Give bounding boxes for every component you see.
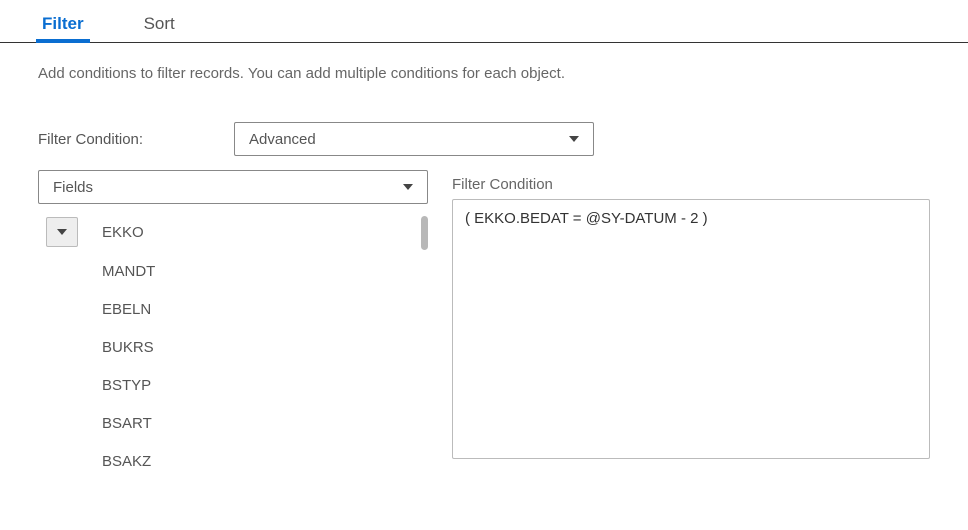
tab-sort[interactable]: Sort: [138, 10, 181, 42]
filter-condition-select[interactable]: Advanced: [234, 122, 594, 156]
tab-sort-label: Sort: [144, 14, 175, 33]
caret-down-icon: [57, 229, 67, 235]
tree-root-row[interactable]: EKKO: [38, 212, 428, 252]
filter-panel: Add conditions to filter records. You ca…: [0, 43, 968, 482]
tree-item-label: EBELN: [102, 301, 151, 318]
scrollbar-thumb[interactable]: [421, 216, 428, 250]
tree-item-label: MANDT: [102, 263, 155, 280]
tree-item-label: BUKRS: [102, 339, 154, 356]
tree-item-label: BSTYP: [102, 377, 151, 394]
tree-item[interactable]: BUKRS: [38, 328, 428, 366]
filter-condition-row: Filter Condition: Advanced: [38, 122, 930, 156]
tree-root-label: EKKO: [102, 224, 144, 241]
tree-item[interactable]: EBELN: [38, 290, 428, 328]
caret-down-icon: [569, 136, 579, 142]
filter-condition-label: Filter Condition:: [38, 131, 234, 148]
tree-item[interactable]: MANDT: [38, 252, 428, 290]
expression-label: Filter Condition: [452, 176, 930, 193]
tree-item[interactable]: BSART: [38, 404, 428, 442]
fields-tree: EKKO MANDT EBELN BUKRS BSTYP BSART BSAKZ: [38, 212, 428, 482]
fields-select-label: Fields: [53, 179, 93, 196]
tab-filter-label: Filter: [42, 14, 84, 33]
tree-item[interactable]: BSTYP: [38, 366, 428, 404]
tree-item-label: BSART: [102, 415, 152, 432]
tab-filter[interactable]: Filter: [36, 10, 90, 42]
help-text: Add conditions to filter records. You ca…: [38, 65, 930, 82]
tree-item[interactable]: BSAKZ: [38, 442, 428, 480]
tab-bar: Filter Sort: [0, 0, 968, 43]
caret-down-icon: [403, 184, 413, 190]
expression-editor[interactable]: ( EKKO.BEDAT = @SY-DATUM - 2 ): [452, 199, 930, 459]
tree-collapse-button[interactable]: [46, 217, 78, 247]
fields-select[interactable]: Fields: [38, 170, 428, 204]
tree-item-label: BSAKZ: [102, 453, 151, 470]
expression-text: ( EKKO.BEDAT = @SY-DATUM - 2 ): [465, 210, 708, 227]
filter-condition-value: Advanced: [249, 131, 316, 148]
